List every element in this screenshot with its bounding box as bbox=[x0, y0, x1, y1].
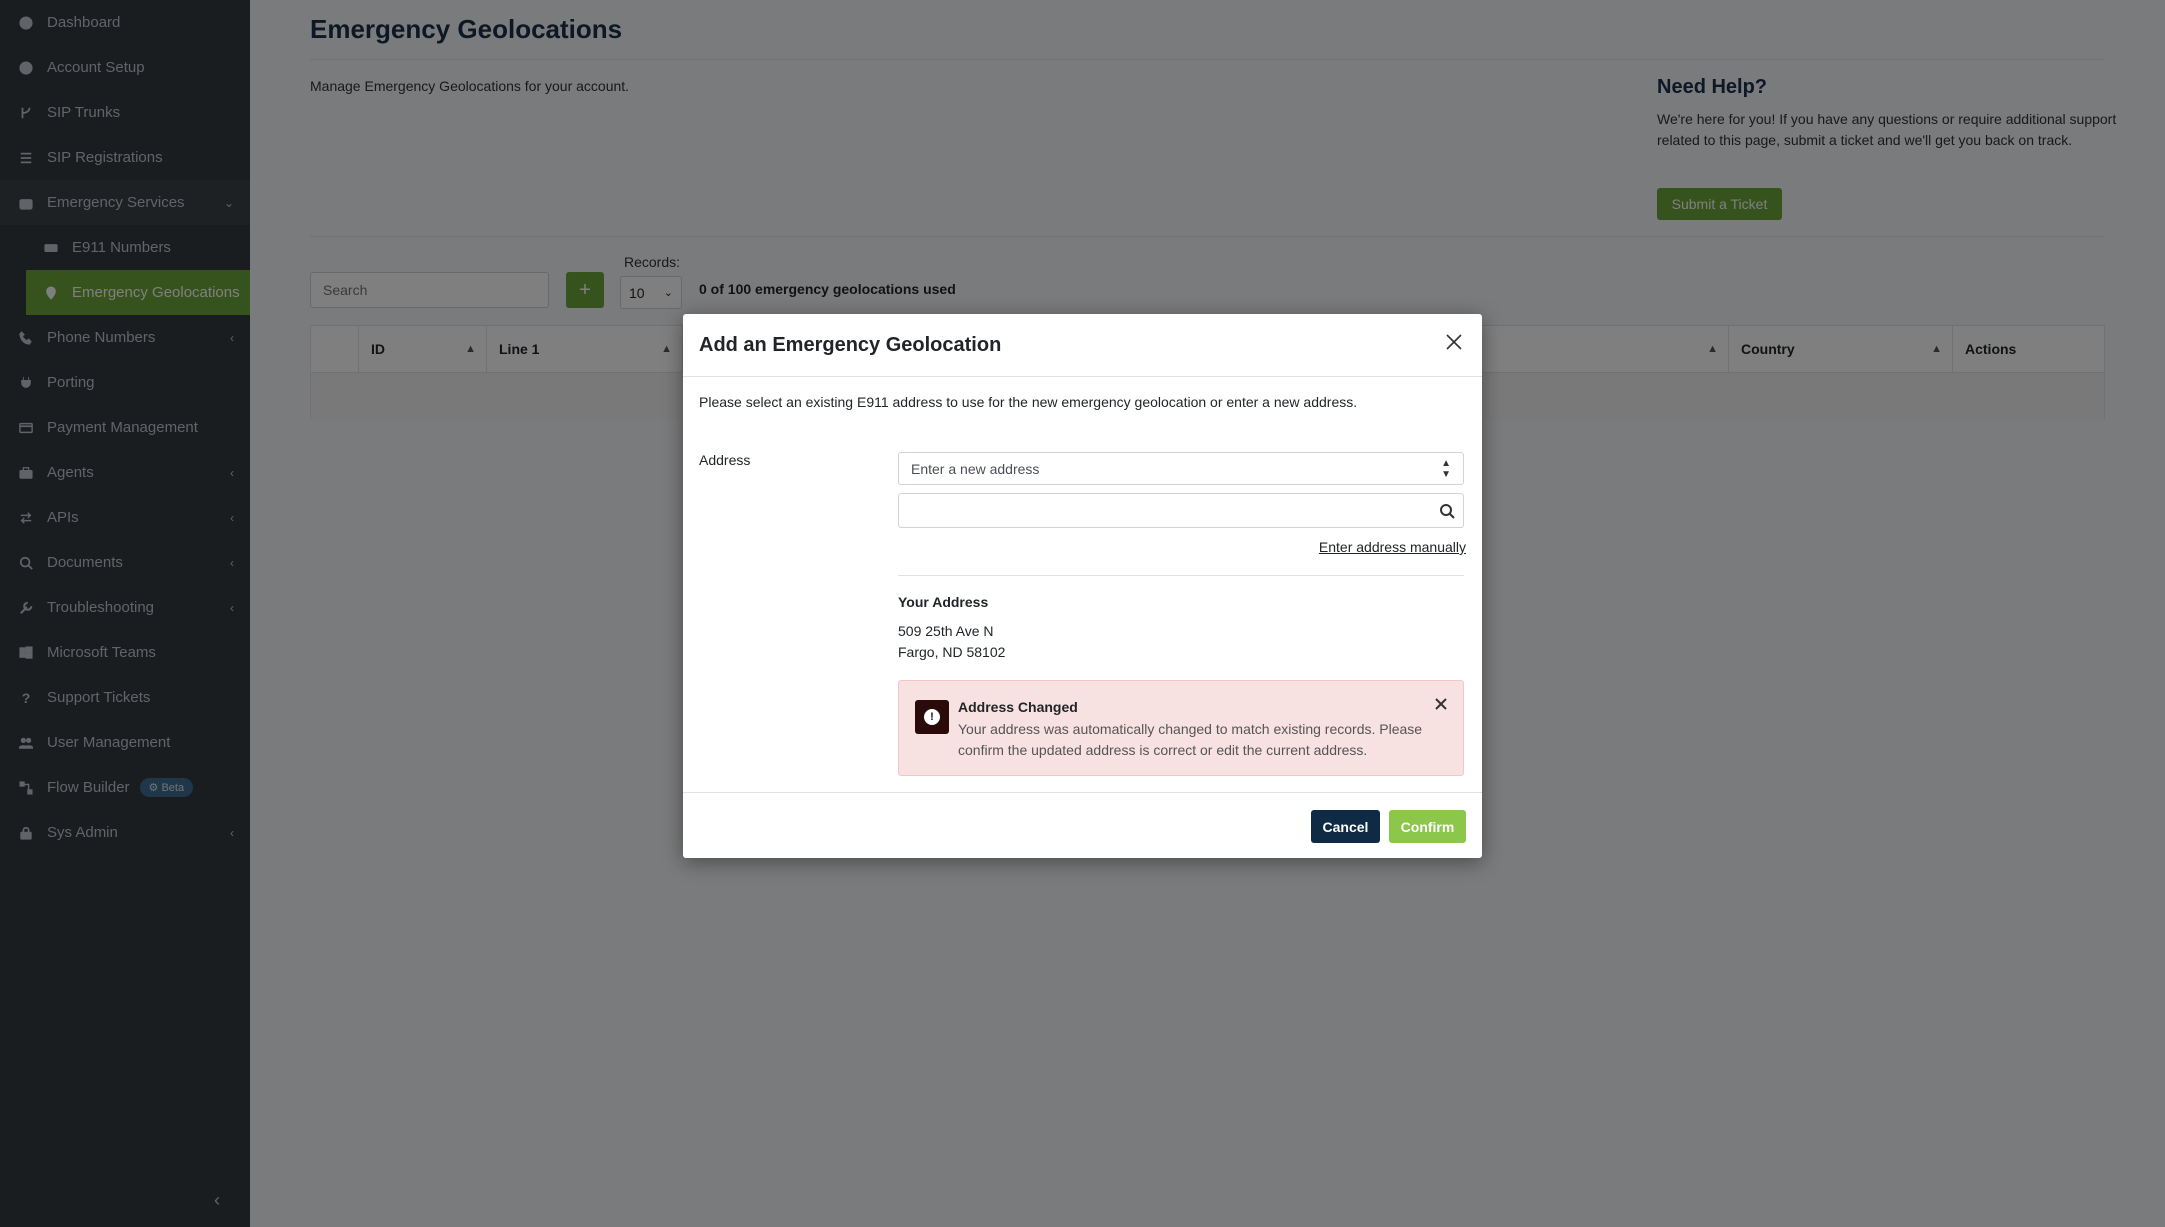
modal-intro: Please select an existing E911 address t… bbox=[699, 394, 1358, 410]
enter-address-manually-link[interactable]: Enter address manually bbox=[1319, 539, 1466, 555]
search-icon bbox=[1440, 504, 1455, 519]
address-select-value: Enter a new address bbox=[911, 460, 1040, 477]
divider bbox=[683, 792, 1482, 793]
address-line-2: Fargo, ND 58102 bbox=[898, 644, 1006, 660]
address-label: Address bbox=[699, 452, 751, 468]
confirm-button[interactable]: Confirm bbox=[1389, 810, 1466, 843]
cancel-button[interactable]: Cancel bbox=[1311, 810, 1380, 843]
alert-exclamation-icon: ! bbox=[915, 700, 949, 734]
alert-text: Your address was automatically changed t… bbox=[958, 721, 1423, 758]
address-select[interactable]: Enter a new address ▲ ▼ bbox=[898, 452, 1464, 485]
address-search-input[interactable] bbox=[898, 493, 1464, 528]
divider bbox=[898, 575, 1464, 576]
address-line-1: 509 25th Ave N bbox=[898, 623, 994, 639]
divider bbox=[683, 376, 1482, 377]
close-icon[interactable] bbox=[1435, 697, 1449, 711]
select-caret-icon: ▲ ▼ bbox=[1441, 457, 1451, 480]
your-address-label: Your Address bbox=[898, 594, 989, 610]
alert-title: Address Changed bbox=[958, 699, 1078, 715]
address-changed-alert: ! Address Changed Your address was autom… bbox=[898, 680, 1464, 776]
modal-title: Add an Emergency Geolocation bbox=[699, 334, 1002, 356]
close-icon[interactable] bbox=[1442, 330, 1466, 354]
add-geolocation-modal: Add an Emergency Geolocation Please sele… bbox=[683, 314, 1482, 858]
